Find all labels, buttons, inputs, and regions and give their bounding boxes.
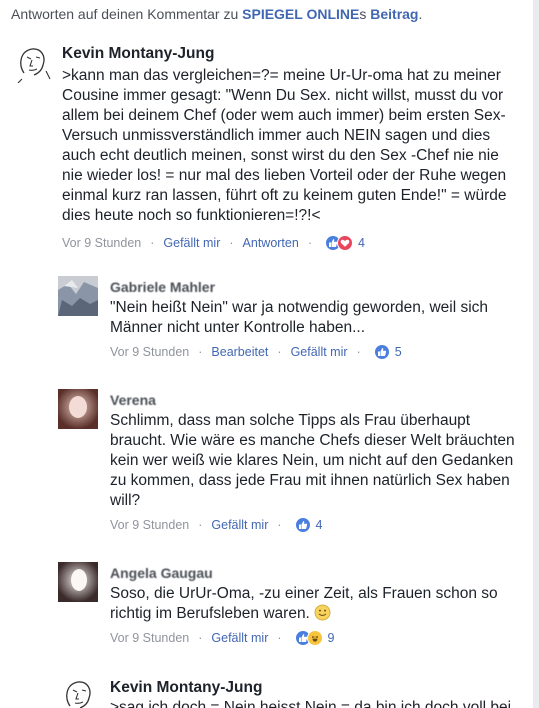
reaction-count[interactable]: 4 [316, 518, 323, 532]
comment-text: "Nein heißt Nein" war ja notwendig gewor… [110, 299, 489, 336]
separator: · [198, 345, 203, 359]
comment-time[interactable]: Vor 9 Stunden [62, 236, 141, 250]
comment-meta: Vor 9 Stunden · Gefällt mir · 4 [110, 516, 530, 534]
comment-time[interactable]: Vor 9 Stunden [110, 631, 189, 645]
comment-text: >kann man das vergleichen=?= meine Ur-Ur… [62, 67, 507, 224]
comment-text: >sag ich doch = Nein heisst Nein = da bi… [110, 699, 512, 708]
comment-meta: Vor 9 Stunden · Bearbeitet · Gefällt mir… [110, 343, 525, 361]
header-prefix: Antworten auf deinen Kommentar zu [11, 6, 243, 22]
sketch-face-avatar-icon [58, 676, 98, 708]
reactions-summary[interactable]: 5 [373, 344, 402, 360]
separator: · [307, 236, 312, 250]
edited-label[interactable]: Bearbeitet [211, 345, 268, 359]
scrollbar-track[interactable] [533, 0, 539, 708]
reaction-count[interactable]: 5 [395, 345, 402, 359]
like-button[interactable]: Gefällt mir [211, 518, 268, 532]
profile-photo-icon [58, 562, 98, 602]
separator: · [229, 236, 234, 250]
reactions-summary[interactable]: 9 [294, 630, 335, 646]
comment-meta: Vor 9 Stunden · Gefällt mir · Antworten … [62, 234, 522, 252]
separator: · [198, 631, 203, 645]
separator: · [150, 236, 155, 250]
like-button[interactable]: Gefällt mir [291, 345, 348, 359]
comment-time[interactable]: Vor 9 Stunden [110, 518, 189, 532]
profile-photo-icon [58, 389, 98, 429]
reaction-count[interactable]: 4 [358, 236, 365, 250]
notification-header: Antworten auf deinen Kommentar zu SPIEGE… [11, 6, 422, 22]
comment-author[interactable]: Kevin Montany-Jung [62, 44, 522, 64]
like-icon [373, 344, 390, 360]
separator: · [277, 631, 282, 645]
comment-author[interactable]: Gabriele Mahler [110, 277, 525, 297]
separator: · [277, 518, 282, 532]
header-possessive: s [359, 6, 371, 22]
reactions-summary[interactable]: 4 [324, 235, 365, 251]
reply-button[interactable]: Antworten [243, 236, 299, 250]
comment-author[interactable]: Verena [110, 390, 530, 410]
avatar[interactable] [58, 676, 98, 708]
comment-text: Soso, die UrUr-Oma, -zu einer Zeit, als … [110, 584, 530, 624]
like-button[interactable]: Gefällt mir [211, 631, 268, 645]
comment-text: Schlimm, dass man solche Tipps als Frau … [110, 412, 515, 509]
comment-author[interactable]: Angela Gaugau [110, 563, 530, 583]
sketch-face-avatar-icon [12, 43, 52, 83]
separator: · [198, 518, 203, 532]
comment-meta: Vor 9 Stunden · Gefällt mir · 9 [110, 629, 530, 647]
smile-emoji-icon [314, 604, 331, 621]
avatar[interactable] [58, 562, 98, 602]
avatar[interactable] [58, 276, 98, 316]
reaction-count[interactable]: 9 [328, 631, 335, 645]
avatar[interactable] [12, 43, 52, 83]
header-suffix: . [418, 6, 423, 22]
comment-author[interactable]: Kevin Montany-Jung [110, 678, 535, 698]
comment-text-content: Soso, die UrUr-Oma, -zu einer Zeit, als … [110, 585, 498, 622]
reactions-summary[interactable]: 4 [294, 517, 323, 533]
love-icon [336, 235, 353, 251]
separator: · [356, 345, 361, 359]
like-button[interactable]: Gefällt mir [163, 236, 220, 250]
like-icon [294, 517, 311, 533]
profile-photo-icon [58, 276, 98, 316]
avatar[interactable] [58, 389, 98, 429]
source-link[interactable]: SPIEGEL ONLINE [242, 6, 359, 22]
separator: · [277, 345, 282, 359]
haha-icon [306, 630, 323, 646]
comment-time[interactable]: Vor 9 Stunden [110, 345, 189, 359]
post-link[interactable]: Beitrag [370, 6, 418, 22]
